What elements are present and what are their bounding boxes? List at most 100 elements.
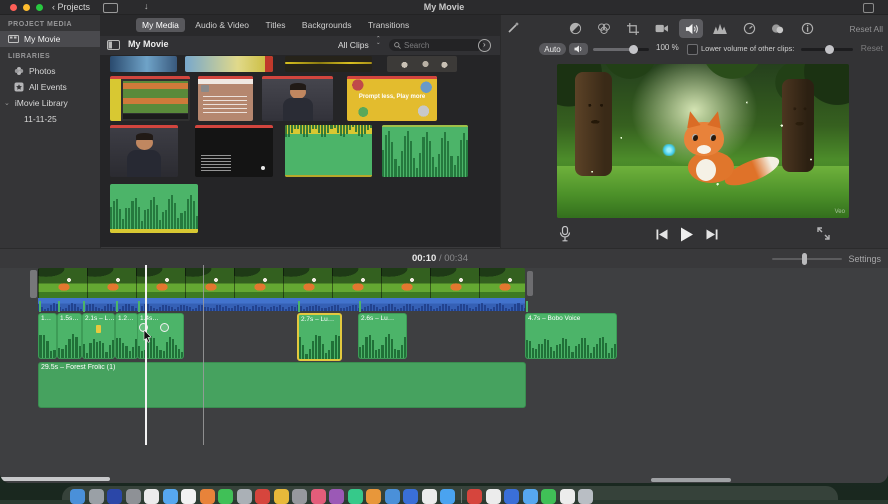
video-clip-strip[interactable] — [38, 268, 525, 298]
media-thumbnail[interactable] — [110, 56, 177, 72]
app-12-dock-icon[interactable] — [273, 489, 289, 504]
horizontal-scrollbar[interactable] — [0, 477, 110, 481]
browser-advance-icon[interactable]: ‹ — [478, 39, 491, 52]
audio-clip[interactable]: 1.5s… — [57, 313, 82, 359]
voiceover-mic-button[interactable] — [559, 226, 571, 242]
stabilization-button[interactable] — [650, 19, 674, 38]
app-20-dock-icon[interactable] — [421, 489, 437, 504]
audio-clip[interactable]: 1… — [38, 313, 57, 359]
media-thumbnail[interactable] — [185, 56, 273, 72]
fade-handle[interactable] — [160, 323, 169, 332]
auto-volume-button[interactable]: Auto — [539, 43, 566, 55]
media-thumbnail-audio[interactable] — [382, 125, 468, 177]
timeline-zoom-slider[interactable] — [772, 253, 842, 265]
app-21-dock-icon[interactable] — [440, 489, 455, 504]
sidebar-toggle-icon[interactable] — [107, 40, 120, 50]
app-5-dock-icon[interactable] — [144, 489, 159, 504]
enhance-wand-icon[interactable] — [506, 21, 520, 35]
next-frame-button[interactable] — [706, 229, 718, 240]
volume-slider-knob[interactable] — [629, 45, 638, 54]
tab-audio-video[interactable]: Audio & Video — [189, 18, 255, 32]
sidebar-item-event-date[interactable]: 11-11-25 — [0, 111, 100, 127]
sidebar-item-photos[interactable]: Photos — [0, 63, 100, 79]
audio-clip-selected[interactable]: 2.7s – Lu… — [297, 313, 342, 361]
app-4-dock-icon[interactable] — [125, 489, 141, 504]
media-thumbnail-presenter-2[interactable] — [110, 125, 178, 177]
app-13-dock-icon[interactable] — [292, 489, 307, 504]
volume-button[interactable] — [679, 19, 703, 38]
clip-trim-handle-left[interactable] — [30, 270, 37, 298]
app-6-dock-icon[interactable] — [162, 489, 178, 504]
fullscreen-button[interactable] — [817, 227, 830, 240]
speed-button[interactable] — [737, 19, 761, 38]
clip-filter-button[interactable] — [766, 19, 790, 38]
audio-clip[interactable]: 1.2… — [115, 313, 138, 359]
audio-clip[interactable]: 2.1s – L… — [82, 313, 115, 359]
window-action-icon[interactable] — [863, 3, 874, 13]
noise-reduction-button[interactable] — [708, 19, 732, 38]
horizontal-scrollbar-2[interactable] — [651, 478, 731, 482]
app-9-dock-icon[interactable] — [218, 489, 233, 504]
timeline-settings-button[interactable]: Settings — [848, 254, 881, 264]
app-27-dock-icon[interactable] — [559, 489, 575, 504]
audio-clip-bobo-voice[interactable]: 4.7s – Bobo Voice — [525, 313, 617, 359]
trash-dock-icon[interactable] — [578, 489, 593, 504]
app-2-dock-icon[interactable] — [88, 489, 104, 504]
disclosure-chevron-icon[interactable]: ⌄ — [4, 99, 10, 107]
media-thumbnail-promo[interactable]: Prompt less, Play more — [347, 76, 437, 121]
video-audio-waveform[interactable] — [38, 298, 525, 311]
app-11-dock-icon[interactable] — [255, 489, 270, 504]
reset-button[interactable]: Reset — [861, 43, 883, 53]
tab-backgrounds[interactable]: Backgrounds — [296, 18, 358, 32]
audio-clip[interactable]: 2.6s – Lu… — [358, 313, 407, 359]
mute-button[interactable] — [569, 43, 588, 55]
crop-button[interactable] — [621, 19, 645, 38]
app-19-dock-icon[interactable] — [403, 489, 418, 504]
tab-transitions[interactable]: Transitions — [362, 18, 415, 32]
sidebar-item-my-movie[interactable]: My Movie — [0, 31, 100, 47]
tab-titles[interactable]: Titles — [259, 18, 291, 32]
tab-my-media[interactable]: My Media — [136, 18, 185, 32]
timeline-zoom-knob[interactable] — [802, 253, 807, 265]
clip-filter-dropdown[interactable]: All Clips — [338, 40, 369, 50]
app-22-dock-icon[interactable] — [467, 489, 482, 504]
media-thumbnail[interactable] — [285, 56, 372, 72]
clip-info-button[interactable] — [795, 19, 819, 38]
playhead[interactable] — [145, 265, 147, 445]
media-thumbnail[interactable] — [387, 56, 457, 72]
app-26-dock-icon[interactable] — [541, 489, 556, 504]
lower-volume-checkbox[interactable] — [687, 44, 698, 55]
app-23-dock-icon[interactable] — [485, 489, 501, 504]
media-thumbnail-fox-grid-video[interactable] — [110, 76, 190, 121]
lower-volume-slider-knob[interactable] — [825, 45, 834, 54]
app-8-dock-icon[interactable] — [199, 489, 215, 504]
app-17-dock-icon[interactable] — [366, 489, 381, 504]
app-25-dock-icon[interactable] — [522, 489, 538, 504]
viewer-canvas[interactable]: Veo — [557, 64, 849, 218]
media-thumbnail-audio-2[interactable] — [110, 184, 198, 233]
sidebar-item-all-events[interactable]: All Events — [0, 79, 100, 95]
clip-trim-handle-right[interactable] — [527, 271, 533, 296]
app-15-dock-icon[interactable] — [329, 489, 344, 504]
sidebar-item-imovie-library[interactable]: ⌄ iMovie Library — [0, 95, 100, 111]
app-3-dock-icon[interactable] — [107, 489, 122, 504]
app-24-dock-icon[interactable] — [504, 489, 519, 504]
color-correction-button[interactable] — [592, 19, 616, 38]
reset-all-button[interactable]: Reset All — [849, 24, 883, 34]
app-18-dock-icon[interactable] — [384, 489, 400, 504]
app-16-dock-icon[interactable] — [347, 489, 363, 504]
app-10-dock-icon[interactable] — [236, 489, 252, 504]
search-input[interactable]: Search — [389, 39, 483, 51]
media-thumbnail-presenter[interactable] — [262, 76, 333, 121]
app-7-dock-icon[interactable] — [181, 489, 196, 504]
volume-slider[interactable] — [593, 45, 649, 54]
app-1-dock-icon[interactable] — [70, 489, 85, 504]
lower-volume-slider[interactable] — [801, 45, 853, 54]
play-button[interactable] — [680, 227, 694, 242]
color-balance-button[interactable] — [563, 19, 587, 38]
media-thumbnail-screen-recording[interactable] — [195, 125, 273, 177]
music-clip-forest-frolic[interactable]: 29.5s – Forest Frolic (1) — [38, 362, 526, 408]
previous-frame-button[interactable] — [656, 229, 668, 240]
media-thumbnail-notes-doc[interactable] — [198, 76, 253, 121]
media-thumbnail-audio-yellow[interactable] — [285, 125, 372, 177]
